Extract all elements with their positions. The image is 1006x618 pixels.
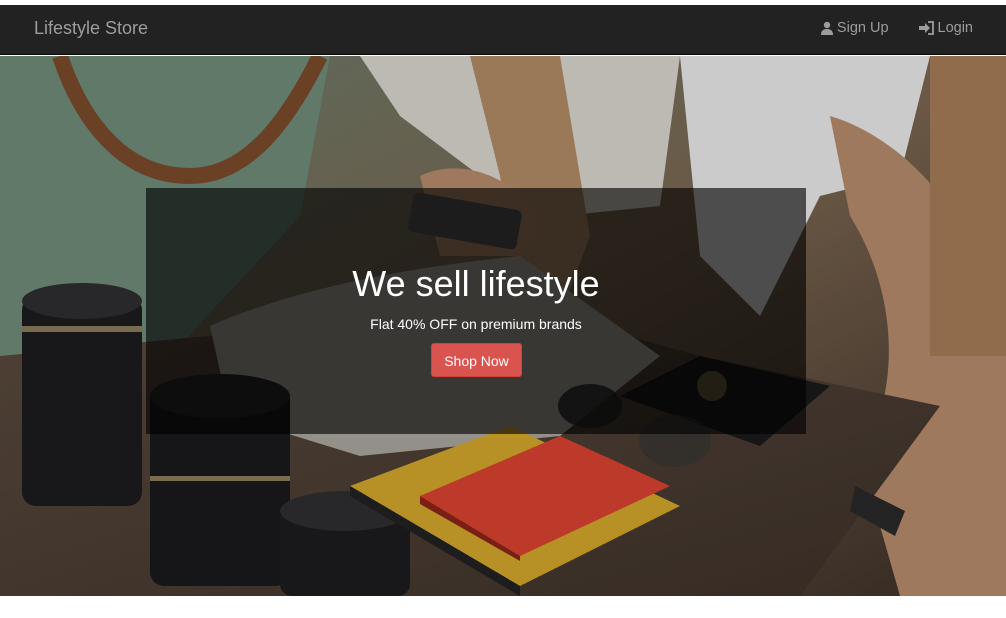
navbar-right-links: Sign Up Login [820,20,973,36]
hero-title: We sell lifestyle [352,263,600,304]
login-link[interactable]: Login [918,20,973,36]
hero-banner: We sell lifestyle Flat 40% OFF on premiu… [146,188,806,434]
login-label: Login [937,20,973,36]
hero-subtitle: Flat 40% OFF on premium brands [370,316,582,332]
signup-link[interactable]: Sign Up [820,20,889,36]
login-icon [918,21,935,35]
top-navbar: Lifestyle Store Sign Up Login [0,5,1006,55]
signup-label: Sign Up [836,20,889,36]
user-icon [820,21,834,35]
hero-section: We sell lifestyle Flat 40% OFF on premiu… [0,56,1006,596]
brand-link[interactable]: Lifestyle Store [34,18,148,39]
shop-now-button[interactable]: Shop Now [431,343,522,377]
